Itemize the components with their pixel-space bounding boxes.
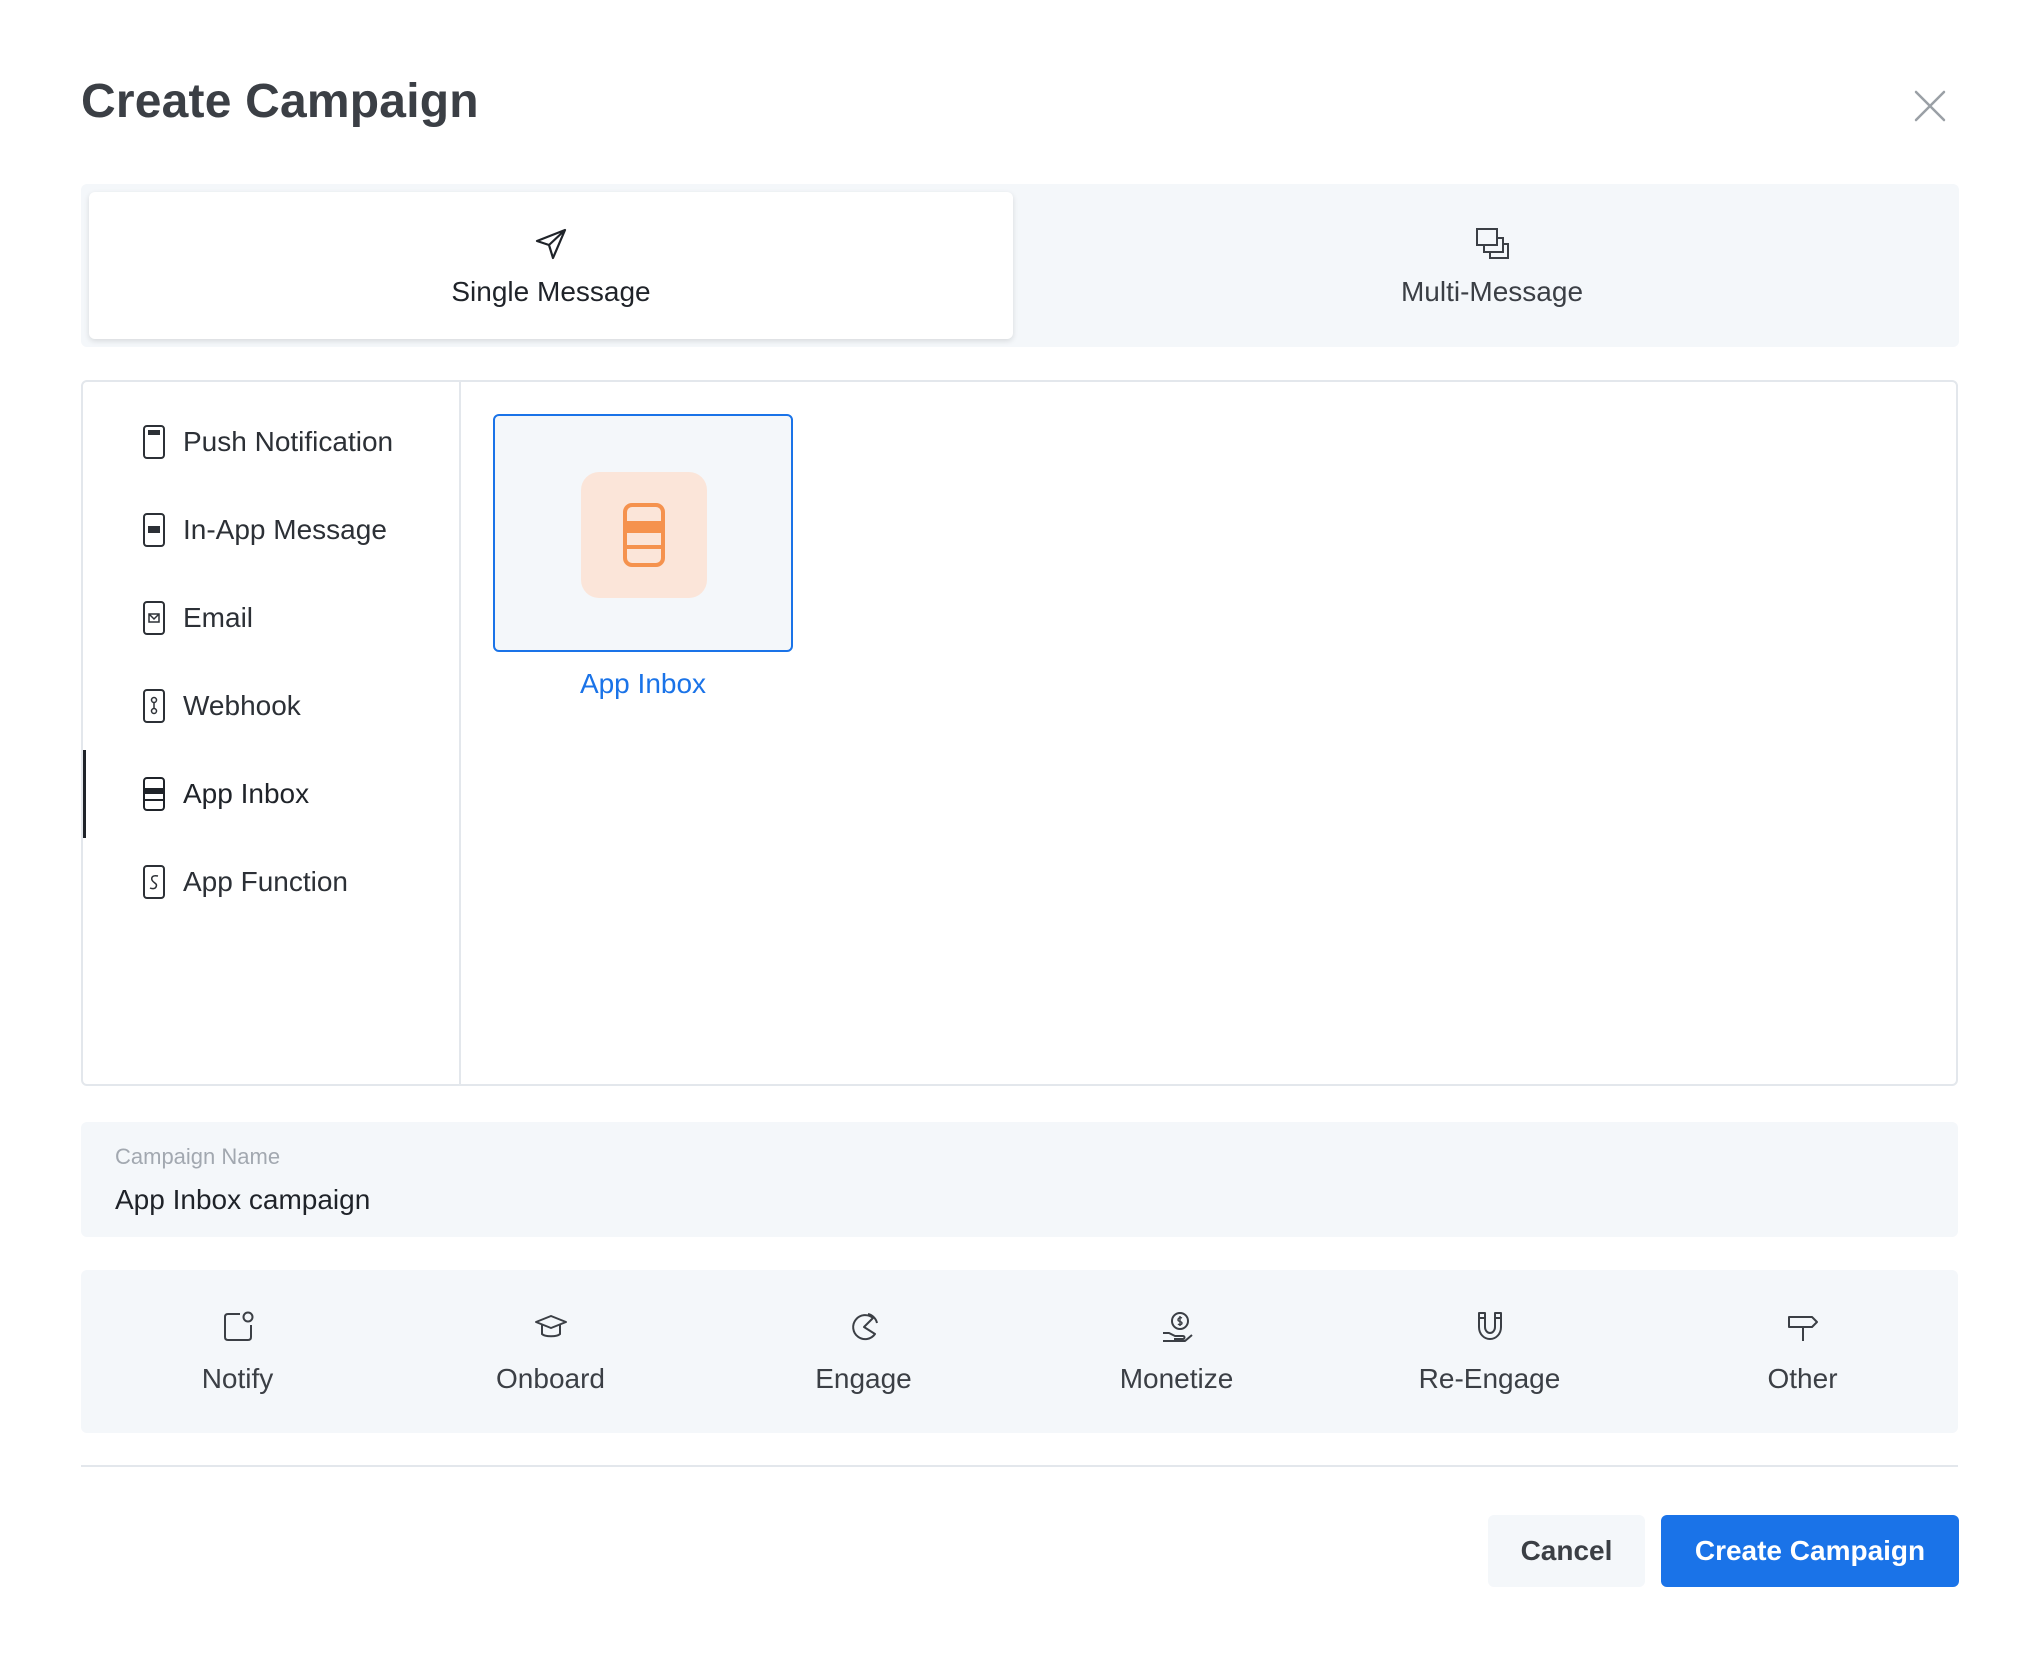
magnet-icon — [1472, 1309, 1508, 1345]
app-inbox-icon — [141, 776, 167, 812]
sidebar-item-label: Push Notification — [183, 426, 394, 457]
app-inbox-icon — [581, 472, 707, 598]
goal-engage[interactable]: Engage — [707, 1270, 1020, 1433]
create-campaign-button[interactable]: Create Campaign — [1661, 1515, 1959, 1587]
goal-label: Re-Engage — [1418, 1362, 1561, 1394]
sidebar-item-label: Webhook — [183, 690, 301, 721]
sidebar-item-push-notification[interactable]: Push Notification — [83, 398, 459, 486]
tab-label: Single Message — [451, 275, 651, 307]
campaign-name-field: Campaign Name — [81, 1122, 1958, 1237]
create-campaign-dialog: Create Campaign Single Message Multi-Mes… — [0, 0, 2040, 1660]
goal-re-engage[interactable]: Re-Engage — [1333, 1270, 1646, 1433]
campaign-name-input[interactable] — [115, 1178, 1915, 1222]
goal-label: Other — [1767, 1362, 1838, 1394]
push-notification-icon — [141, 424, 167, 460]
goal-monetize[interactable]: Monetize — [1020, 1270, 1333, 1433]
pie-icon — [846, 1309, 882, 1345]
sidebar-item-app-inbox[interactable]: App Inbox — [83, 750, 459, 838]
template-card-label[interactable]: App Inbox — [493, 668, 793, 700]
goal-onboard[interactable]: Onboard — [394, 1270, 707, 1433]
app-function-icon — [141, 864, 167, 900]
template-card-app-inbox[interactable] — [493, 414, 793, 652]
email-icon — [141, 600, 167, 636]
footer-divider — [81, 1465, 1958, 1467]
goal-label: Engage — [815, 1362, 912, 1394]
signpost-icon — [1785, 1309, 1821, 1345]
tab-single-message[interactable]: Single Message — [89, 192, 1013, 339]
goal-notify[interactable]: Notify — [81, 1270, 394, 1433]
message-type-tabs: Single Message Multi-Message — [81, 184, 1959, 347]
campaign-name-label: Campaign Name — [115, 1144, 281, 1169]
sidebar-item-label: In-App Message — [183, 514, 387, 545]
tab-label: Multi-Message — [1400, 275, 1584, 307]
graduation-cap-icon — [533, 1309, 569, 1345]
tab-multi-message[interactable]: Multi-Message — [1030, 192, 1954, 339]
notify-icon — [220, 1309, 256, 1345]
sidebar-item-email[interactable]: Email — [83, 574, 459, 662]
sidebar-item-label: App Inbox — [183, 778, 310, 809]
channel-panel: Push Notification In-App Message Email W… — [81, 380, 1958, 1086]
goal-label: Notify — [201, 1362, 274, 1394]
goal-other[interactable]: Other — [1646, 1270, 1959, 1433]
in-app-message-icon — [141, 512, 167, 548]
goal-label: Onboard — [496, 1362, 605, 1394]
cancel-button[interactable]: Cancel — [1488, 1515, 1645, 1587]
sidebar-item-label: App Function — [183, 866, 348, 897]
webhook-icon — [141, 688, 167, 724]
goal-selector: Notify Onboard Engage Monetize Re-Engage — [81, 1270, 1958, 1433]
sidebar-item-label: Email — [183, 602, 254, 633]
sidebar-item-in-app-message[interactable]: In-App Message — [83, 486, 459, 574]
channel-sidebar: Push Notification In-App Message Email W… — [83, 382, 461, 1084]
goal-label: Monetize — [1119, 1362, 1234, 1394]
sidebar-item-app-function[interactable]: App Function — [83, 838, 459, 926]
paper-plane-icon — [531, 224, 571, 264]
dialog-title: Create Campaign — [81, 75, 479, 128]
money-hand-icon — [1159, 1309, 1195, 1345]
stacked-squares-icon — [1472, 224, 1512, 264]
close-icon[interactable] — [1908, 84, 1952, 128]
sidebar-item-webhook[interactable]: Webhook — [83, 662, 459, 750]
